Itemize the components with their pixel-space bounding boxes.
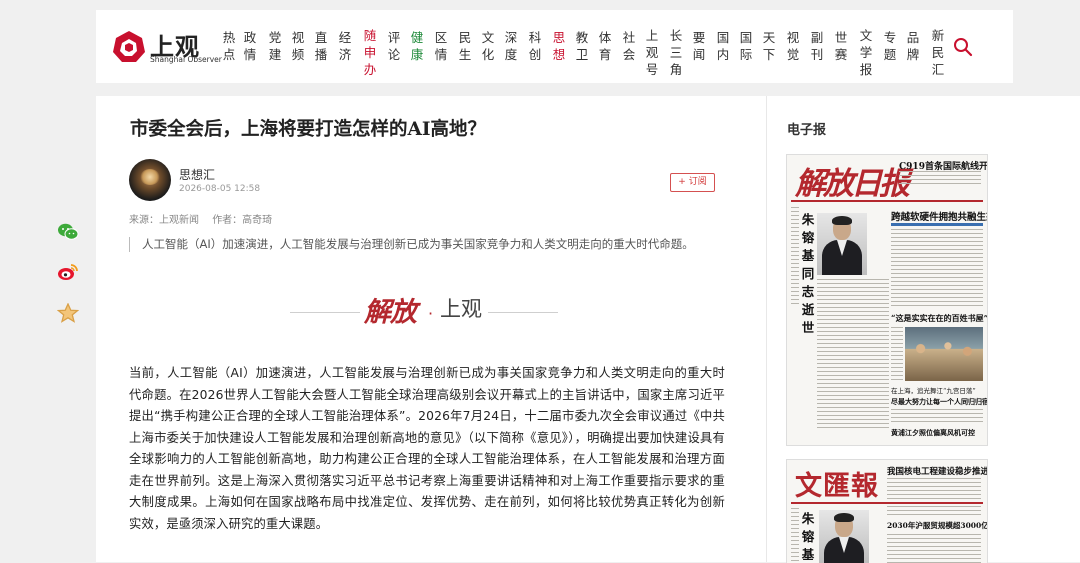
paper-caption: 在上海，追光舞江“九宫日落” xyxy=(891,387,976,395)
sidebar-divider xyxy=(766,96,767,562)
sidebar: 电子报 解放日报 C919首条国际航线开通 朱镕基同志逝世 跨越软硬件拥抱共融生… xyxy=(766,96,1080,563)
nav-item[interactable]: 深度 xyxy=(503,29,519,63)
nav-item[interactable]: 随申办 xyxy=(362,27,378,78)
logo-subtext: Shanghai Observer xyxy=(150,55,222,64)
paper-text-lines xyxy=(817,279,889,429)
paper-portrait xyxy=(817,213,867,275)
newspaper-jiefang-daily[interactable]: 解放日报 C919首条国际航线开通 朱镕基同志逝世 跨越软硬件拥抱共融生态 “这… xyxy=(786,154,988,446)
nav-item[interactable]: 新民汇 xyxy=(930,27,946,78)
author-name[interactable]: 思想汇 xyxy=(179,166,215,183)
nav-item[interactable]: 天下 xyxy=(761,29,777,63)
nav-item[interactable]: 经济 xyxy=(337,29,353,63)
divider-line-left xyxy=(290,312,360,313)
nav-item[interactable]: 要闻 xyxy=(691,29,707,63)
nav-item[interactable]: 直播 xyxy=(313,29,329,63)
nav-item[interactable]: 上观号 xyxy=(644,27,660,78)
paper-text-lines xyxy=(887,478,981,500)
nav-item[interactable]: 热点 xyxy=(221,29,237,63)
top-navigation-bar: 上观 Shanghai Observer 热点 政情 党建 视频 直播 经济 随申办 评论 健康… xyxy=(96,10,1013,83)
paper-text-lines xyxy=(891,229,983,307)
nav-item[interactable]: 国际 xyxy=(738,29,754,63)
nav-item[interactable]: 体育 xyxy=(597,29,613,63)
paper-masthead: 解放日报 xyxy=(795,166,910,202)
search-icon[interactable] xyxy=(953,37,973,57)
paper-vertical-headline: 朱镕基 xyxy=(801,511,815,562)
paper-portrait xyxy=(819,510,869,563)
brand-divider: 解放 · 上观 xyxy=(290,284,560,334)
paper-text-lines xyxy=(891,327,903,381)
divider-line-right xyxy=(488,312,558,313)
nav-item[interactable]: 教卫 xyxy=(574,29,590,63)
article-writer: 作者：高奇琦 xyxy=(212,215,273,226)
paper-text-lines xyxy=(891,409,983,423)
paper-mid-headline: “这是实实在在的百姓书屋” xyxy=(891,313,988,323)
paper-headline-right: 跨越软硬件拥抱共融生态 xyxy=(891,212,988,223)
logo-mark-icon xyxy=(113,31,145,62)
nav-item[interactable]: 党建 xyxy=(267,29,283,63)
nav-item[interactable]: 民生 xyxy=(457,29,473,63)
article-body: 当前，人工智能（AI）加速演进，人工智能发展与治理创新已成为事关国家竞争力和人类… xyxy=(129,366,725,531)
weibo-icon[interactable] xyxy=(57,262,79,282)
paper-text-lines xyxy=(791,508,799,563)
nav-item[interactable]: 文学报 xyxy=(858,27,874,78)
paper-caption-2: 尽最大努力让每一个人同归归宿 xyxy=(891,397,988,406)
paper-masthead: 文匯報 xyxy=(795,471,879,502)
paper-bottom-headline: 黄浦江夕照位偏离风机可控 xyxy=(891,428,975,437)
nav-item[interactable]: 视觉 xyxy=(785,29,801,63)
nav-item[interactable]: 视频 xyxy=(290,29,306,63)
nav-item[interactable]: 副刊 xyxy=(809,29,825,63)
site-logo[interactable]: 上观 Shanghai Observer xyxy=(112,27,222,67)
article-summary: 人工智能（AI）加速演进，人工智能发展与治理创新已成为事关国家竞争力和人类文明走… xyxy=(129,237,694,252)
paper-rule xyxy=(791,200,983,202)
subscribe-button[interactable]: + 订阅 xyxy=(670,173,715,192)
paper-text-lines xyxy=(791,207,799,307)
nav-item[interactable]: 社会 xyxy=(621,29,637,63)
nav-item[interactable]: 健康 xyxy=(409,29,425,63)
sidebar-title: 电子报 xyxy=(787,123,827,138)
nav-item[interactable]: 政情 xyxy=(242,29,258,63)
nav-item[interactable]: 世赛 xyxy=(833,29,849,63)
nav-item[interactable]: 品牌 xyxy=(905,29,921,63)
article-source: 来源：上观新闻 xyxy=(129,215,199,226)
nav-item[interactable]: 思想 xyxy=(551,29,567,63)
article-container: 市委全会后，上海将要打造怎样的AI高地？ 思想汇 2026-08-05 12:5… xyxy=(96,96,766,562)
paper-rule xyxy=(791,502,983,504)
paper-photo xyxy=(905,327,983,381)
nav-item[interactable]: 评论 xyxy=(386,29,402,63)
nav-item[interactable]: 文化 xyxy=(480,29,496,63)
paper-blue-rule xyxy=(891,223,983,226)
brand-jiefang-logo: 解放 xyxy=(364,297,417,328)
paper-text-lines xyxy=(887,506,981,518)
paper-text-lines xyxy=(899,171,981,185)
newspaper-wenhui-daily[interactable]: 文匯報 我国核电工程建设稳步推进 朱镕基 2030年沪服贸规模超3000亿美元 xyxy=(786,459,988,563)
nav-item[interactable]: 长三角 xyxy=(668,27,684,78)
nav-item[interactable]: 专题 xyxy=(882,29,898,63)
nav-item[interactable]: 国内 xyxy=(715,29,731,63)
paper-text-lines xyxy=(887,534,981,563)
nav-item[interactable]: 区情 xyxy=(433,29,449,63)
wechat-icon[interactable] xyxy=(57,222,79,242)
article-title: 市委全会后，上海将要打造怎样的AI高地？ xyxy=(130,119,487,140)
nav-item[interactable]: 科创 xyxy=(527,29,543,63)
paper-top-headline: 我国核电工程建设稳步推进 xyxy=(887,467,988,477)
brand-dot: · xyxy=(428,304,434,323)
brand-shangguan: 上观 xyxy=(440,297,482,321)
paper-vertical-headline: 朱镕基同志逝世 xyxy=(801,212,815,335)
star-icon[interactable] xyxy=(57,303,79,323)
author-avatar[interactable] xyxy=(129,159,171,201)
paper-bottom-headline: 2030年沪服贸规模超3000亿美元 xyxy=(887,521,988,530)
publish-time: 2026-08-05 12:58 xyxy=(179,184,261,194)
article-meta: 来源：上观新闻 作者：高奇琦 xyxy=(129,211,282,226)
